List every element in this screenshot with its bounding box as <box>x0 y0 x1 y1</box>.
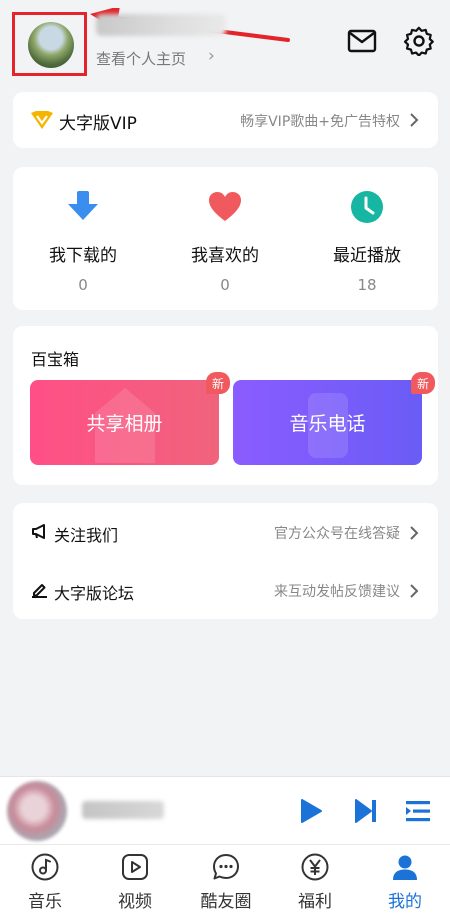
stat-count: 0 <box>78 276 88 294</box>
profile-header: 查看个人主页 › <box>0 0 450 85</box>
song-title-blurred[interactable] <box>82 801 164 819</box>
tab-label: 我的 <box>388 892 422 912</box>
play-button[interactable] <box>296 797 324 825</box>
recently-played[interactable]: 最近播放 18 <box>307 189 427 299</box>
tab-label: 福利 <box>298 892 332 912</box>
music-phone-button[interactable]: 音乐电话 <box>233 380 422 465</box>
vip-banner[interactable]: 大字版VIP 畅享VIP歌曲+免广告特权 <box>13 92 438 148</box>
link-title: 关注我们 <box>54 526 119 545</box>
playlist-icon[interactable] <box>404 797 432 825</box>
forum-row[interactable]: 大字版论坛 来互动发帖反馈建议 <box>13 561 438 619</box>
stat-label: 最近播放 <box>333 246 401 266</box>
mini-player[interactable] <box>0 776 450 844</box>
tab-video[interactable]: 视频 <box>100 853 170 919</box>
links-card: 关注我们 官方公众号在线答疑 大字版论坛 来互动发帖反馈建议 <box>13 503 438 619</box>
stat-count: 0 <box>220 276 230 294</box>
gear-icon[interactable] <box>404 26 434 56</box>
view-profile-link[interactable]: 查看个人主页 <box>96 48 186 69</box>
toolbox-title: 百宝箱 <box>31 350 80 369</box>
tab-music[interactable]: 音乐 <box>10 853 80 919</box>
clock-icon <box>351 191 383 223</box>
chevron-right-icon <box>410 113 419 127</box>
stat-label: 我喜欢的 <box>191 246 259 266</box>
tab-mine[interactable]: 我的 <box>370 853 440 919</box>
pencil-icon <box>32 584 47 598</box>
vip-description: 畅享VIP歌曲+免广告特权 <box>240 114 400 130</box>
bottom-tab-bar: 音乐 视频 酷友圈 福利 我的 <box>0 844 450 920</box>
megaphone-icon <box>32 524 45 539</box>
tile-label: 音乐电话 <box>289 413 366 435</box>
stat-count: 18 <box>357 276 377 294</box>
link-description: 官方公众号在线答疑 <box>274 526 400 542</box>
album-cover[interactable] <box>7 781 67 841</box>
my-downloads[interactable]: 我下载的 0 <box>23 189 143 299</box>
stat-label: 我下载的 <box>49 246 117 266</box>
avatar-highlight-box <box>12 12 87 76</box>
heart-icon <box>209 192 241 221</box>
chevron-right-icon: › <box>208 46 215 66</box>
follow-us-row[interactable]: 关注我们 官方公众号在线答疑 <box>13 503 438 561</box>
music-note-icon <box>31 853 59 881</box>
chevron-right-icon <box>410 584 419 598</box>
link-description: 来互动发帖反馈建议 <box>274 584 400 600</box>
vip-badge-icon <box>31 111 53 129</box>
tile-label: 共享相册 <box>86 413 163 435</box>
yen-coin-icon <box>301 853 329 881</box>
my-favorites[interactable]: 我喜欢的 0 <box>165 189 285 299</box>
download-arrow-icon <box>68 191 98 220</box>
new-badge: 新 <box>206 372 230 394</box>
tab-label: 音乐 <box>28 892 62 912</box>
tab-friends-circle[interactable]: 酷友圈 <box>191 853 261 919</box>
chevron-right-icon <box>410 526 419 540</box>
tab-label: 视频 <box>118 892 152 912</box>
library-stats-card: 我下载的 0 我喜欢的 0 最近播放 18 <box>13 167 438 310</box>
tab-label: 酷友圈 <box>200 892 252 912</box>
mail-icon[interactable] <box>347 26 377 56</box>
shared-album-button[interactable]: 共享相册 <box>30 380 219 465</box>
username-blurred[interactable] <box>96 14 226 36</box>
link-title: 大字版论坛 <box>54 584 135 603</box>
toolbox-card: 百宝箱 共享相册 新 音乐电话 新 <box>13 326 438 485</box>
next-track-button[interactable] <box>352 797 380 825</box>
tab-welfare[interactable]: 福利 <box>280 853 350 919</box>
vip-title: 大字版VIP <box>59 114 137 134</box>
user-icon <box>393 855 417 880</box>
chat-bubble-icon <box>213 854 239 880</box>
new-badge: 新 <box>411 372 435 394</box>
video-play-icon <box>122 854 148 880</box>
